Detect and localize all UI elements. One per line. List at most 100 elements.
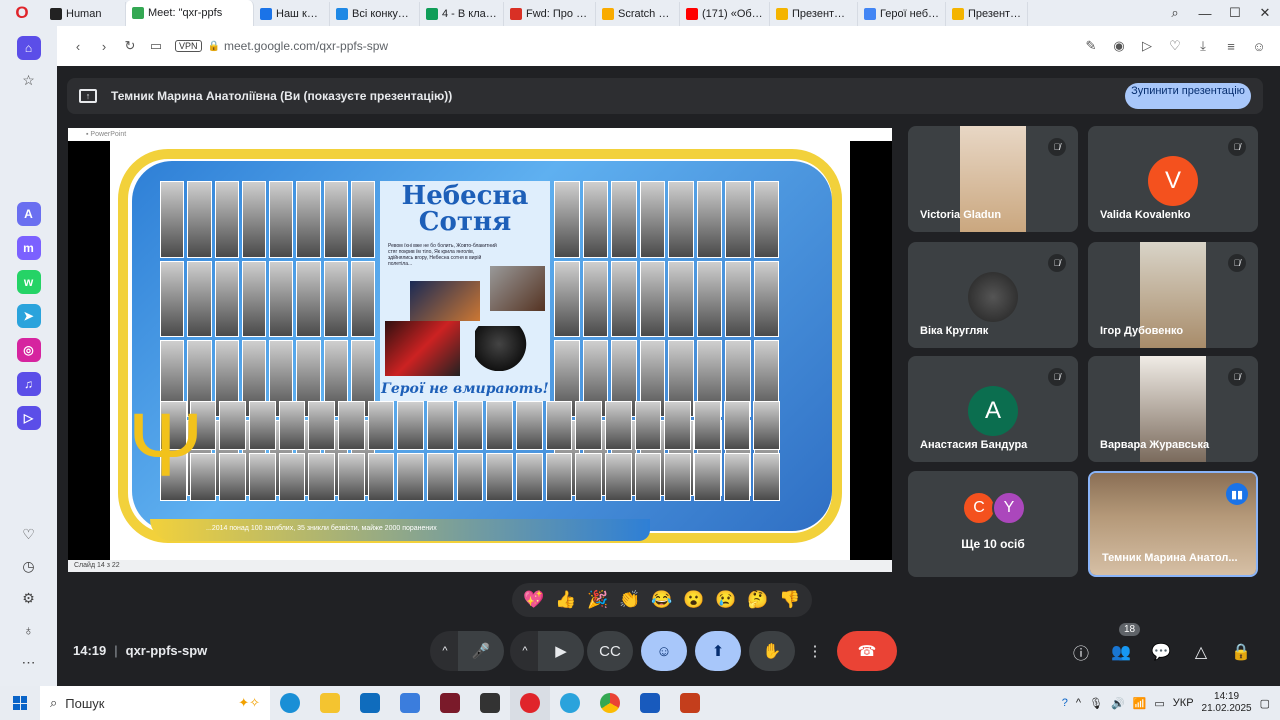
maximize-button[interactable]: ☐ xyxy=(1220,0,1250,26)
messenger-icon[interactable]: m xyxy=(16,236,41,260)
instagram-icon[interactable]: ◎ xyxy=(16,338,41,362)
reaction-button[interactable]: 😮 xyxy=(683,590,704,610)
telegram-taskbar-icon[interactable] xyxy=(550,686,590,720)
settings-icon[interactable]: ⚙ xyxy=(17,586,41,610)
opera-taskbar-icon[interactable] xyxy=(510,686,550,720)
more-options-button[interactable]: ⋮ xyxy=(803,631,827,671)
start-button[interactable] xyxy=(0,686,40,720)
speed-dial-icon[interactable]: ☆ xyxy=(17,68,41,92)
video-options-button[interactable]: ^ xyxy=(510,631,540,671)
browser-tab[interactable]: Герої небесно xyxy=(858,2,946,26)
emoji-reactions-button[interactable]: ☺ xyxy=(641,631,687,671)
participant-tile[interactable]: A 🎙̸ Анастасия Бандура xyxy=(908,356,1078,462)
self-tile[interactable]: ▮▮ Темник Марина Анатол... xyxy=(1088,471,1258,577)
reaction-button[interactable]: 😂 xyxy=(651,590,672,610)
chrome-icon[interactable] xyxy=(590,686,630,720)
reaction-button[interactable]: 😢 xyxy=(715,590,736,610)
download-icon[interactable]: ⤓ xyxy=(1190,33,1216,59)
store-icon[interactable] xyxy=(390,686,430,720)
chat-icon[interactable]: 💬 xyxy=(1148,639,1174,665)
reload-button[interactable]: ↻ xyxy=(117,33,143,59)
participant-tile[interactable]: 🎙̸ Варвара Журавська xyxy=(1088,356,1258,462)
raise-hand-button[interactable]: ✋ xyxy=(749,631,795,671)
send-icon[interactable]: ▷ xyxy=(1134,33,1160,59)
video-popout-icon[interactable]: ▷ xyxy=(16,406,41,430)
language-indicator[interactable]: УКР xyxy=(1173,697,1194,709)
player-icon[interactable]: ♫ xyxy=(16,372,41,396)
reaction-button[interactable]: 👍 xyxy=(555,590,576,610)
host-controls-icon[interactable]: 🔒 xyxy=(1228,639,1254,665)
telegram-icon[interactable]: ➤ xyxy=(16,304,41,328)
powerpoint-icon[interactable] xyxy=(670,686,710,720)
camera-icon[interactable]: ▭ xyxy=(143,33,169,59)
easy-setup-icon[interactable]: ≡ xyxy=(1218,33,1244,59)
profile-icon[interactable]: ☺ xyxy=(1246,33,1272,59)
snapshot-icon[interactable]: ◉ xyxy=(1106,33,1132,59)
outlook-icon[interactable] xyxy=(350,686,390,720)
activities-icon[interactable]: △ xyxy=(1188,639,1214,665)
close-window-button[interactable]: ✕ xyxy=(1250,0,1280,26)
url-field[interactable]: meet.google.com/qxr-ppfs-spw xyxy=(224,39,388,53)
browser-tab[interactable]: Наш колектив xyxy=(254,2,330,26)
browser-tab[interactable]: Meet: "qxr-ppfs xyxy=(126,0,254,26)
participant-tile[interactable]: 🎙̸ Віка Кругляк xyxy=(908,242,1078,348)
whatsapp-icon[interactable]: w xyxy=(16,270,41,294)
browser-tab[interactable]: Всі конкурси з xyxy=(330,2,420,26)
aria-icon[interactable]: A xyxy=(16,202,41,226)
more-participants-tile[interactable]: C Y Ще 10 осіб xyxy=(908,471,1078,577)
reaction-button[interactable]: 🤔 xyxy=(747,590,768,610)
mic-tray-icon[interactable]: 🎙 xyxy=(1089,697,1103,710)
edit-icon[interactable]: ✎ xyxy=(1078,33,1104,59)
browser-tab[interactable]: Scratch - Imag xyxy=(596,2,680,26)
edge-icon[interactable] xyxy=(270,686,310,720)
battery-icon[interactable]: ▭ xyxy=(1154,697,1164,710)
heart-icon[interactable]: ♡ xyxy=(17,522,41,546)
more-icon[interactable]: ⋯ xyxy=(17,650,41,674)
browser-tab[interactable]: Human xyxy=(44,2,126,26)
volume-icon[interactable]: 🔊 xyxy=(1111,697,1125,710)
reaction-button[interactable]: 💖 xyxy=(523,590,544,610)
chevron-up-icon[interactable]: ^ xyxy=(1076,697,1081,709)
taskbar-clock[interactable]: 14:19 21.02.2025 xyxy=(1202,691,1252,715)
calendar-app-icon[interactable] xyxy=(470,686,510,720)
slide-ribbon-text: ...2014 понад 100 загиблих, 35 зникли бе… xyxy=(206,525,437,532)
tips-icon[interactable]: ♁ xyxy=(17,618,41,642)
notifications-icon[interactable]: ▢ xyxy=(1260,697,1270,710)
app-red-icon[interactable] xyxy=(430,686,470,720)
help-icon[interactable]: ? xyxy=(1062,697,1068,709)
reaction-button[interactable]: 🎉 xyxy=(587,590,608,610)
participant-tile[interactable]: 🎙̸ Ігор Дубовенко xyxy=(1088,242,1258,348)
opera-logo-icon[interactable]: O xyxy=(0,0,44,26)
vpn-badge[interactable]: VPN xyxy=(175,40,202,52)
meeting-details-icon[interactable]: ⓘ xyxy=(1068,639,1094,665)
present-now-button[interactable]: ⬆ xyxy=(695,631,741,671)
home-icon[interactable]: ⌂ xyxy=(16,36,41,60)
leave-call-button[interactable]: ☎ xyxy=(837,631,897,671)
stop-presenting-button[interactable]: Зупинити презентацію xyxy=(1125,83,1251,109)
shared-screen[interactable]: ▪ PowerPoint Небесна Сотня Ревом їхні вж… xyxy=(68,128,892,572)
browser-tab[interactable]: 4 - В клас 202 xyxy=(420,2,504,26)
browser-tab[interactable]: Презентація xyxy=(770,2,858,26)
wifi-icon[interactable]: 📶 xyxy=(1133,697,1147,710)
reaction-button[interactable]: 👏 xyxy=(619,590,640,610)
camera-button[interactable]: ▶ xyxy=(538,631,584,671)
audio-options-button[interactable]: ^ xyxy=(430,631,460,671)
browser-tab[interactable]: (171) «Обере xyxy=(680,2,770,26)
minimize-button[interactable]: — xyxy=(1190,0,1220,26)
tab-search-icon[interactable]: ⌕ xyxy=(1160,0,1190,26)
captions-button[interactable]: CC xyxy=(587,631,633,671)
file-explorer-icon[interactable] xyxy=(310,686,350,720)
participant-tile[interactable]: V 🎙̸ Valida Kovalenko xyxy=(1088,126,1258,232)
taskbar-search[interactable]: ⌕ Пошук ✦✧ xyxy=(40,686,270,720)
word-icon[interactable] xyxy=(630,686,670,720)
microphone-button[interactable]: 🎤 xyxy=(458,631,504,671)
back-button[interactable]: ‹ xyxy=(65,33,91,59)
forward-button[interactable]: › xyxy=(91,33,117,59)
history-icon[interactable]: ◷ xyxy=(17,554,41,578)
browser-tab[interactable]: Презентація д xyxy=(946,2,1028,26)
people-icon[interactable]: 👥 xyxy=(1108,639,1134,665)
participant-tile[interactable]: 🎙̸ Victoria Gladun xyxy=(908,126,1078,232)
bookmark-heart-icon[interactable]: ♡ xyxy=(1162,33,1188,59)
reaction-button[interactable]: 👎 xyxy=(779,590,800,610)
browser-tab[interactable]: Fwd: Про Всеу xyxy=(504,2,596,26)
